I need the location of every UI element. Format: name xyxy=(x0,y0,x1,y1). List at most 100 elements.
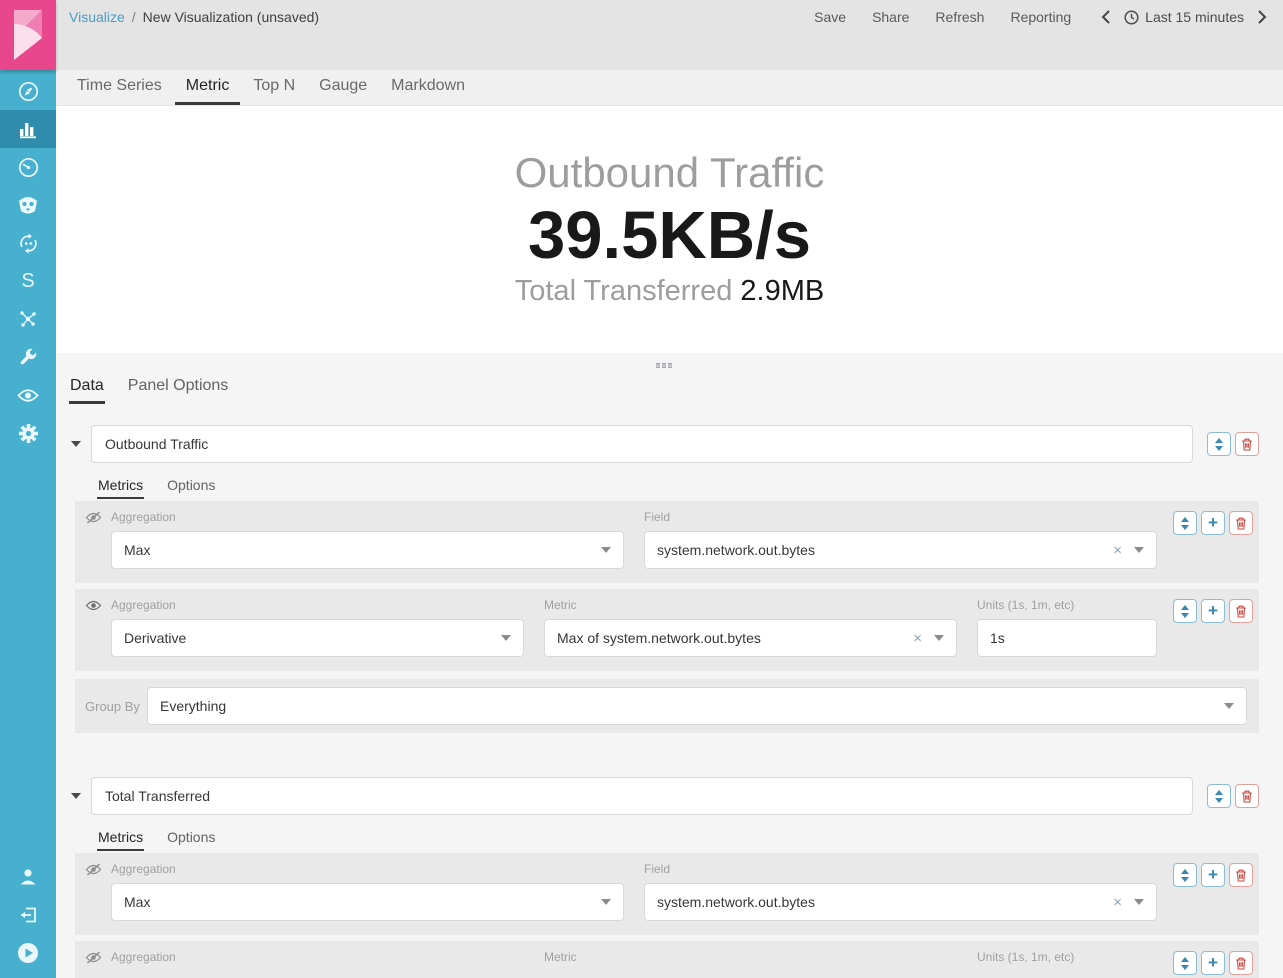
wrench-icon xyxy=(18,347,38,367)
series-header xyxy=(68,425,1259,463)
delete-metric-button[interactable] xyxy=(1229,511,1253,535)
chevron-down-icon xyxy=(601,899,611,905)
tab-top-n[interactable]: Top N xyxy=(242,70,306,105)
sidebar-item-logout[interactable] xyxy=(0,896,56,934)
field-combo[interactable]: system.network.out.bytes × xyxy=(644,883,1157,921)
aggregation-select[interactable]: Max xyxy=(111,531,624,569)
sidebar-item-management[interactable] xyxy=(0,414,56,452)
tab-time-series[interactable]: Time Series xyxy=(66,70,173,105)
add-metric-button[interactable]: + xyxy=(1201,951,1225,975)
tab-markdown[interactable]: Markdown xyxy=(380,70,476,105)
sidebar-item-visualize[interactable] xyxy=(0,110,56,148)
field-group: Field system.network.out.bytes × xyxy=(644,862,1157,921)
sidebar-item-account[interactable] xyxy=(0,858,56,896)
toggle-visibility-button[interactable] xyxy=(85,598,111,612)
user-icon xyxy=(18,867,38,887)
series-header xyxy=(68,777,1259,815)
series-label-input[interactable] xyxy=(91,777,1193,815)
reorder-metric-button[interactable] xyxy=(1173,599,1197,623)
trash-icon xyxy=(1235,869,1247,882)
sidebar-item-dashboard[interactable] xyxy=(0,148,56,186)
sidebar-item-collapse[interactable] xyxy=(0,934,56,972)
trash-icon xyxy=(1241,790,1253,803)
add-metric-button[interactable]: + xyxy=(1201,599,1225,623)
metric-value: 39.5KB/s xyxy=(528,197,811,274)
save-button[interactable]: Save xyxy=(814,9,846,25)
delete-metric-button[interactable] xyxy=(1229,863,1253,887)
time-back-button[interactable] xyxy=(1101,10,1110,24)
aggregation-label: Aggregation xyxy=(111,598,524,612)
tab-data[interactable]: Data xyxy=(69,374,105,404)
toggle-visibility-button[interactable] xyxy=(85,510,111,524)
breadcrumb-visualize-link[interactable]: Visualize xyxy=(69,9,125,25)
logout-icon xyxy=(18,905,38,925)
trash-icon xyxy=(1235,957,1247,970)
kibana-logo-icon xyxy=(0,0,56,70)
reorder-metric-button[interactable] xyxy=(1173,511,1197,535)
series-buttons xyxy=(1207,784,1259,808)
tab-gauge[interactable]: Gauge xyxy=(308,70,378,105)
toggle-visibility-button[interactable] xyxy=(85,862,111,876)
collapse-series-button[interactable] xyxy=(68,441,84,447)
time-range-button[interactable]: Last 15 minutes xyxy=(1124,9,1244,25)
series-outbound-traffic: Metrics Options Aggregation xyxy=(68,425,1259,733)
eye-slash-icon xyxy=(85,863,102,876)
clear-field-icon[interactable]: × xyxy=(1113,542,1122,559)
tab-metrics[interactable]: Metrics xyxy=(97,475,144,499)
delete-series-button[interactable] xyxy=(1235,784,1259,808)
sidebar-item-sentinl[interactable]: S xyxy=(0,262,56,300)
collapse-series-button[interactable] xyxy=(68,793,84,799)
sidebar-item-timelion[interactable] xyxy=(0,186,56,224)
trash-icon xyxy=(1235,517,1247,530)
eye-slash-icon xyxy=(85,951,102,964)
time-forward-button[interactable] xyxy=(1258,10,1267,24)
toggle-visibility-button[interactable] xyxy=(85,950,111,964)
tab-options[interactable]: Options xyxy=(166,475,216,499)
sidebar-item-monitoring[interactable] xyxy=(0,376,56,414)
reporting-button[interactable]: Reporting xyxy=(1010,9,1071,25)
sidebar-spacer xyxy=(0,452,56,858)
plus-icon: + xyxy=(1208,866,1218,883)
add-metric-button[interactable]: + xyxy=(1201,511,1225,535)
tab-metrics[interactable]: Metrics xyxy=(97,827,144,851)
add-metric-button[interactable]: + xyxy=(1201,863,1225,887)
sidebar-item-discover[interactable] xyxy=(0,72,56,110)
delete-metric-button[interactable] xyxy=(1229,599,1253,623)
reorder-metric-button[interactable] xyxy=(1173,863,1197,887)
delete-metric-button[interactable] xyxy=(1229,951,1253,975)
reorder-series-button[interactable] xyxy=(1207,432,1231,456)
tab-options[interactable]: Options xyxy=(166,827,216,851)
aggregation-fields: Aggregation Derivative Metric Max of sys… xyxy=(111,598,1157,657)
refresh-button[interactable]: Refresh xyxy=(935,9,984,25)
tab-panel-options[interactable]: Panel Options xyxy=(127,374,230,404)
global-nav-sidebar: S xyxy=(0,0,56,978)
metric-label: Metric xyxy=(544,950,957,964)
eye-icon xyxy=(85,599,102,612)
group-by-select[interactable]: Everything xyxy=(147,687,1247,725)
kibana-logo[interactable] xyxy=(0,0,56,70)
field-combo[interactable]: system.network.out.bytes × xyxy=(644,531,1157,569)
play-circle-icon xyxy=(17,942,39,964)
reorder-series-button[interactable] xyxy=(1207,784,1231,808)
clear-metric-icon[interactable]: × xyxy=(913,630,922,647)
aggregation-select[interactable]: Derivative xyxy=(111,619,524,657)
reorder-metric-button[interactable] xyxy=(1173,951,1197,975)
share-button[interactable]: Share xyxy=(872,9,909,25)
gauge-icon xyxy=(18,157,39,178)
metric-combo[interactable]: Max of system.network.out.bytes × xyxy=(544,619,957,657)
sidebar-item-apm[interactable] xyxy=(0,224,56,262)
row-buttons: + xyxy=(1173,510,1253,535)
series-label-input[interactable] xyxy=(91,425,1193,463)
clear-field-icon[interactable]: × xyxy=(1113,894,1122,911)
units-input[interactable] xyxy=(977,619,1157,657)
resize-drag-handle[interactable] xyxy=(68,359,1259,374)
delete-series-button[interactable] xyxy=(1235,432,1259,456)
sidebar-item-graph[interactable] xyxy=(0,300,56,338)
series-buttons xyxy=(1207,432,1259,456)
sidebar-item-dev-tools[interactable] xyxy=(0,338,56,376)
eye-slash-icon xyxy=(85,511,102,524)
aggregation-fields: Aggregation Max Field system.network.out… xyxy=(111,862,1157,921)
aggregation-select[interactable]: Max xyxy=(111,883,624,921)
tab-metric[interactable]: Metric xyxy=(175,70,241,105)
letter-s-icon: S xyxy=(21,270,34,293)
